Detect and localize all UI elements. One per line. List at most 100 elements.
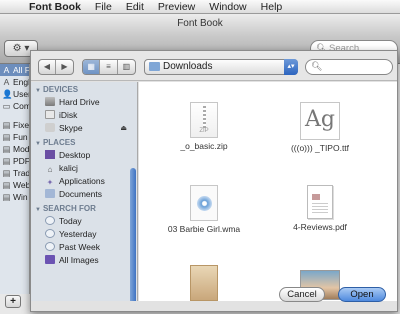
menu-bar: Font Book File Edit Preview Window Help: [0, 0, 400, 14]
pdf-file-icon: [307, 185, 333, 219]
disclosure-triangle-icon: ▼: [35, 141, 41, 147]
section-label: PLACES: [42, 138, 76, 147]
collection-item-pdf[interactable]: ▤ PDF: [0, 155, 29, 167]
devices-header[interactable]: ▼ DEVICES: [31, 84, 137, 96]
collection-folder-icon: ▤: [2, 132, 11, 142]
collections-sidebar: A All F A Engl 👤User ▭ Com ▤ Fixe ▤ Fun ▤ Mod …: [0, 64, 30, 294]
collection-item-fun[interactable]: ▤ Fun: [0, 131, 29, 143]
sidebar-item-label: Documents: [59, 189, 102, 199]
folder-icon: [149, 62, 160, 71]
location-popup[interactable]: Downloads ▴▾: [144, 59, 298, 75]
file-item[interactable]: 03 Barbie Girl.wma: [149, 185, 259, 234]
collection-item-fixed-width[interactable]: ▤ Fixe: [0, 119, 29, 131]
search-icon: 🔍︎: [311, 61, 323, 71]
open-button[interactable]: Open: [338, 287, 386, 302]
sidebar-item-label: Past Week: [59, 242, 100, 252]
zip-file-icon: ZIP: [190, 102, 218, 138]
collection-label: Fixe: [13, 120, 30, 130]
menu-font-book[interactable]: Font Book: [22, 1, 88, 13]
clock-icon: [45, 229, 55, 238]
sidebar-scrollbar[interactable]: [130, 168, 136, 301]
skype-volume-icon: [45, 123, 55, 132]
computer-icon: ▭: [2, 101, 11, 111]
sidebar-item-yesterday[interactable]: Yesterday: [31, 228, 137, 241]
dialog-sidebar: ▼ DEVICES Hard Drive iDisk Skype ⏏ ▼ PLACES…: [31, 82, 138, 301]
collection-label: Web: [13, 180, 30, 190]
collection-item-all-fonts[interactable]: A All F: [0, 64, 29, 76]
sidebar-item-documents[interactable]: Documents: [31, 188, 137, 201]
collection-label: Trad: [13, 168, 30, 178]
sidebar-item-idisk[interactable]: iDisk: [31, 109, 137, 122]
collection-folder-icon: ▤: [2, 156, 11, 166]
font-collection-icon: A: [3, 77, 10, 87]
eject-icon[interactable]: ⏏: [120, 122, 127, 135]
collection-folder-icon: ▤: [2, 192, 11, 202]
collection-item-web[interactable]: ▤ Web: [0, 179, 29, 191]
sidebar-item-label: Yesterday: [59, 229, 97, 239]
disclosure-triangle-icon: ▼: [35, 207, 41, 213]
clock-icon: [45, 242, 55, 251]
menu-edit[interactable]: Edit: [119, 1, 151, 13]
places-header[interactable]: ▼ PLACES: [31, 137, 137, 149]
sidebar-item-all-images[interactable]: All Images: [31, 254, 137, 267]
audio-file-icon: [190, 185, 218, 221]
sidebar-item-applications[interactable]: ✦ Applications: [31, 175, 137, 188]
icon-view-button[interactable]: ▦: [83, 60, 101, 74]
sidebar-item-desktop[interactable]: Desktop: [31, 149, 137, 162]
back-button[interactable]: ◀: [39, 60, 56, 74]
collection-label: User: [13, 89, 30, 99]
collection-item-english[interactable]: A Engl: [0, 76, 29, 88]
disclosure-triangle-icon: ▼: [35, 88, 41, 94]
collection-item-traditional[interactable]: ▤ Trad: [0, 167, 29, 179]
search-for-header[interactable]: ▼ SEARCH FOR: [31, 203, 137, 215]
collection-folder-icon: ▤: [2, 168, 11, 178]
file-name: (((o))) _TIPO.ttf: [290, 143, 350, 153]
menu-file[interactable]: File: [88, 1, 119, 13]
sidebar-item-label: Today: [59, 216, 82, 226]
file-item[interactable]: 4-Reviews.pdf: [265, 185, 375, 232]
collection-item-user[interactable]: 👤User: [0, 88, 29, 100]
menu-help[interactable]: Help: [254, 1, 290, 13]
file-item[interactable]: Ag (((o))) _TIPO.ttf: [265, 102, 375, 153]
back-forward-control: ◀ ▶: [38, 59, 74, 75]
sidebar-item-past-week[interactable]: Past Week: [31, 241, 137, 254]
sidebar-item-label: kalicj: [59, 163, 78, 173]
file-item[interactable]: ZIP _o_basic.zip: [149, 102, 259, 151]
collection-label: Com: [13, 101, 30, 111]
font-collection-icon: A: [3, 65, 10, 75]
home-icon: ⌂: [47, 165, 53, 174]
location-label: Downloads: [163, 61, 213, 72]
collection-item-computer[interactable]: ▭ Com: [0, 100, 29, 112]
column-view-button[interactable]: ▥: [118, 60, 135, 74]
view-mode-control: ▦ ≡ ▥: [82, 59, 136, 75]
collection-label: Mod: [13, 144, 30, 154]
file-type-tag: ZIP: [199, 128, 209, 134]
forward-button[interactable]: ▶: [56, 60, 73, 74]
cancel-button[interactable]: Cancel: [279, 287, 325, 302]
pdf-file-icon: [190, 265, 218, 301]
dialog-toolbar: ◀ ▶ ▦ ≡ ▥ Downloads ▴▾ 🔍︎: [31, 51, 397, 81]
menu-preview[interactable]: Preview: [151, 1, 202, 13]
collection-folder-icon: ▤: [2, 120, 11, 130]
collection-item-modern[interactable]: ▤ Mod: [0, 143, 29, 155]
sidebar-item-skype[interactable]: Skype ⏏: [31, 122, 137, 135]
sidebar-item-today[interactable]: Today: [31, 215, 137, 228]
collection-label: Fun: [13, 132, 28, 142]
file-item[interactable]: [149, 265, 259, 301]
section-label: DEVICES: [42, 85, 79, 94]
sidebar-item-hard-drive[interactable]: Hard Drive: [31, 96, 137, 109]
add-collection-button[interactable]: +: [5, 295, 21, 308]
hard-drive-icon: [45, 97, 55, 106]
applications-icon: ✦: [46, 178, 54, 187]
menu-window[interactable]: Window: [202, 1, 253, 13]
font-file-icon: Ag: [300, 102, 340, 140]
sidebar-item-label: iDisk: [59, 110, 78, 120]
dialog-search-field[interactable]: 🔍︎: [305, 59, 393, 75]
sidebar-item-home[interactable]: ⌂ kalicj: [31, 162, 137, 175]
sidebar-item-label: All Images: [59, 255, 99, 265]
collection-item-windows[interactable]: ▤ Win: [0, 191, 29, 203]
list-view-button[interactable]: ≡: [100, 60, 118, 74]
file-name: 4-Reviews.pdf: [293, 222, 347, 232]
sidebar-item-label: Skype: [59, 123, 83, 133]
